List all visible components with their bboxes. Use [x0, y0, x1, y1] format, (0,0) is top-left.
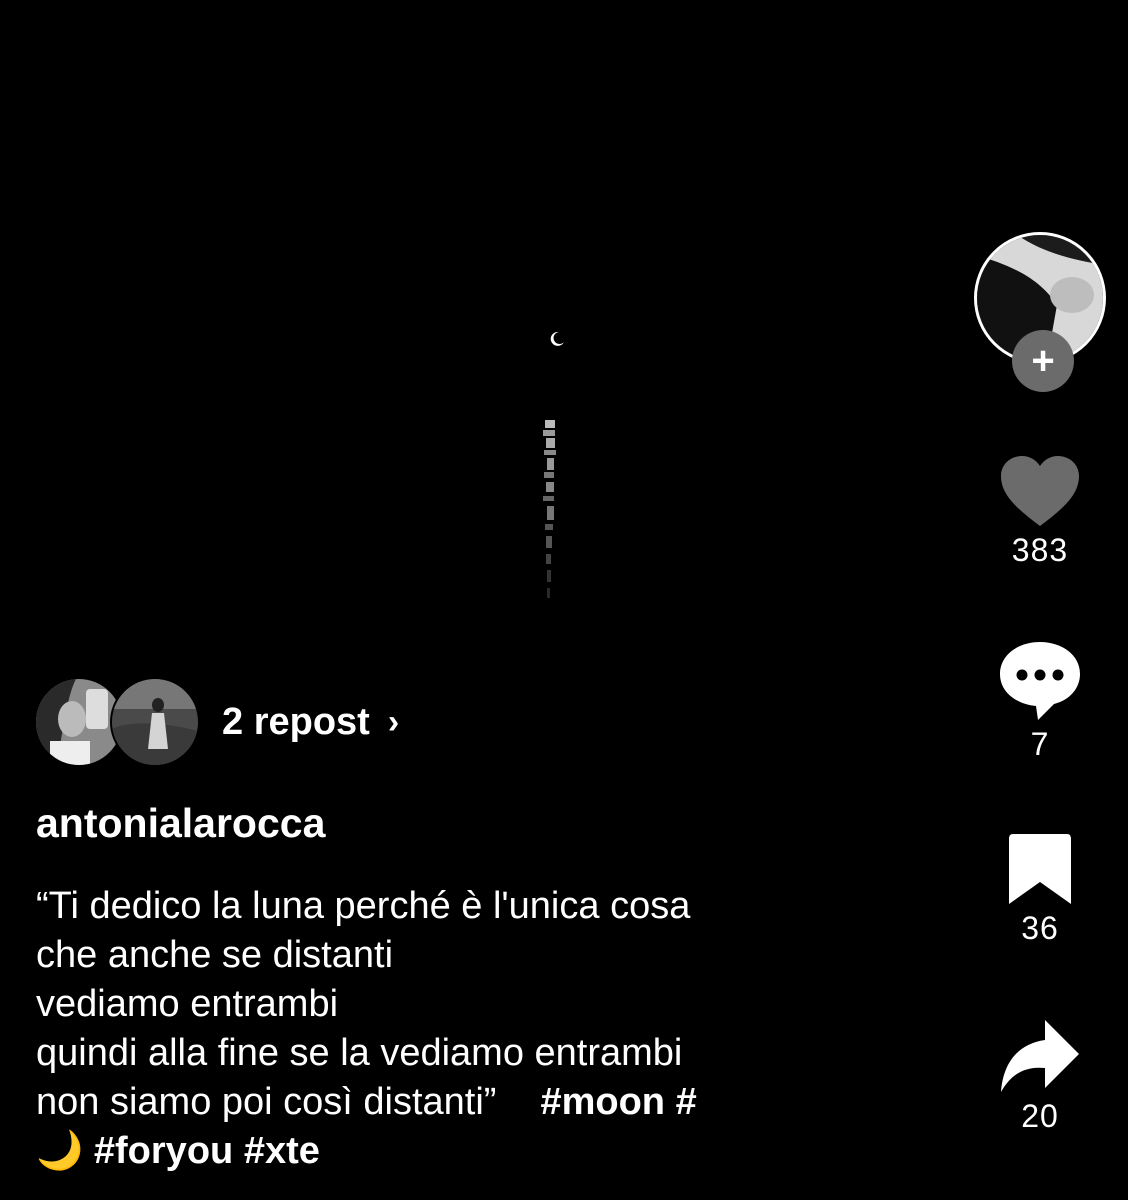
hashtag-empty[interactable]: #	[676, 1081, 697, 1123]
like-button[interactable]: 383	[970, 454, 1110, 569]
reposter-avatar-2[interactable]	[110, 677, 200, 767]
moon-emoji: 🌙	[36, 1130, 84, 1172]
caption-line: quindi alla fine se la vediamo entrambi	[36, 1032, 683, 1074]
caption-line: non siamo poi così distanti”	[36, 1081, 497, 1123]
hashtag-xte[interactable]: #xte	[244, 1130, 320, 1172]
comment-bubble-icon	[1000, 642, 1080, 720]
caption-line-tags: 🌙 #foryou #xte	[36, 1127, 876, 1176]
plus-icon: +	[1031, 339, 1055, 383]
hashtag-foryou[interactable]: #foryou	[94, 1130, 233, 1172]
chevron-right-icon: ›	[387, 702, 400, 741]
creator-username[interactable]: antonialarocca	[36, 800, 325, 847]
heart-icon	[1001, 456, 1079, 526]
crescent-moon	[550, 331, 564, 346]
bookmark-icon	[1009, 834, 1071, 904]
post-caption: “Ti dedico la luna perché è l'unica cosa…	[36, 882, 876, 1176]
caption-line: vediamo entrambi	[36, 983, 339, 1025]
repost-label: 2 repost	[222, 700, 370, 743]
save-button[interactable]: 36	[970, 832, 1110, 947]
reposter-avatar-image-2	[112, 679, 198, 765]
comment-count: 7	[1030, 726, 1050, 762]
save-count: 36	[1021, 910, 1059, 946]
comment-button[interactable]: 7	[970, 640, 1110, 763]
share-button[interactable]: 20	[970, 1018, 1110, 1135]
like-count: 383	[1011, 532, 1069, 568]
caption-line: “Ti dedico la luna perché è l'unica cosa	[36, 885, 691, 927]
moon-reflection	[543, 420, 556, 598]
share-count: 20	[1021, 1098, 1059, 1134]
caption-line: che anche se distanti	[36, 934, 394, 976]
repost-row[interactable]: 2 repost ›	[34, 676, 399, 768]
follow-plus-button[interactable]: +	[1012, 330, 1074, 392]
share-arrow-icon	[1001, 1020, 1079, 1092]
hashtag-moon[interactable]: #moon	[540, 1081, 665, 1123]
caption-line-with-tags: non siamo poi così distanti” #moon #	[36, 1078, 876, 1127]
repost-link[interactable]: 2 repost ›	[222, 701, 399, 744]
creator-avatar-group: +	[974, 232, 1106, 392]
